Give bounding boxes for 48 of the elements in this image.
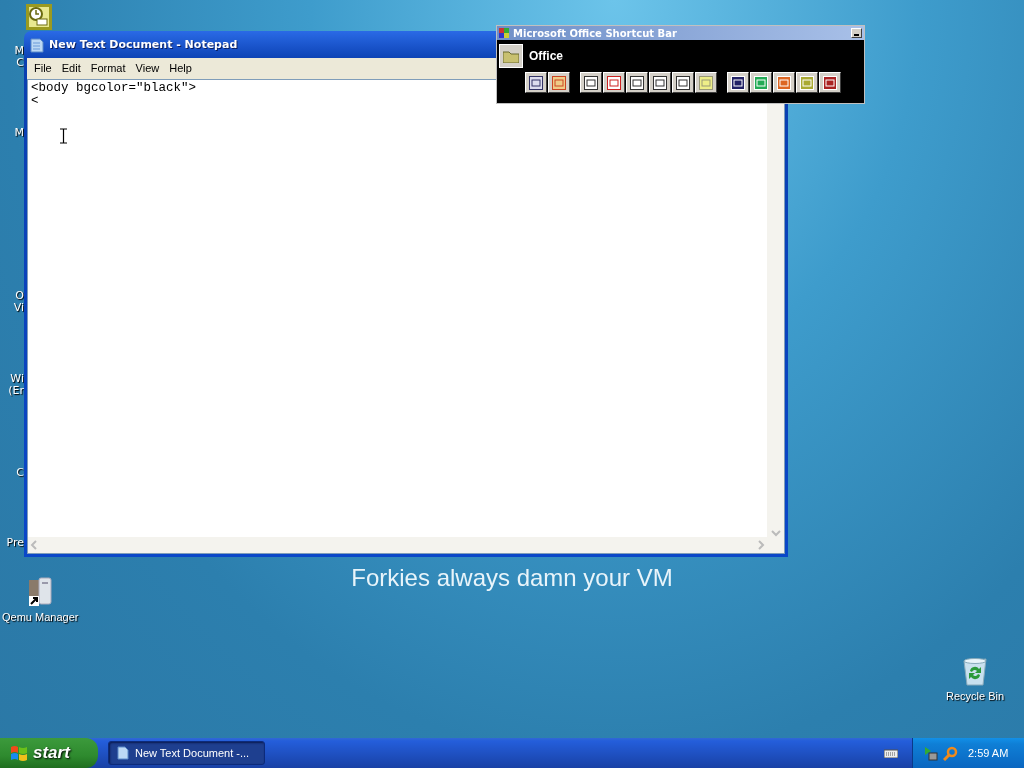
app-shortcut-button[interactable] <box>727 72 749 93</box>
window-title: New Text Document - Notepad <box>49 38 238 51</box>
icon-label: (Er <box>7 385 24 397</box>
folder-icon <box>503 49 519 63</box>
app-shortcut-button[interactable] <box>626 72 648 93</box>
icon-label: O <box>14 290 24 302</box>
vertical-scrollbar[interactable] <box>767 104 784 537</box>
text-editor[interactable]: <body bgcolor="black"> < <box>28 80 767 537</box>
menu-item[interactable]: View <box>130 59 165 76</box>
windows-logo-icon <box>10 744 28 762</box>
office-bar-icon <box>499 28 509 38</box>
notepad-icon <box>30 36 44 53</box>
clock: 2:59 AM <box>968 747 1009 759</box>
app-shortcut-button[interactable] <box>672 72 694 93</box>
menu-item[interactable]: File <box>29 59 57 76</box>
icon-label: Qemu Manager <box>2 611 79 623</box>
icon-label: C <box>15 467 24 479</box>
calendar-icon[interactable] <box>26 4 52 30</box>
app-shortcut-button[interactable] <box>750 72 772 93</box>
wallpaper-text: Forkies always damn your VM <box>350 564 674 592</box>
minimize-button[interactable] <box>851 28 862 38</box>
window-title: Microsoft Office Shortcut Bar <box>513 27 677 39</box>
app-shortcut-button[interactable] <box>819 72 841 93</box>
start-button[interactable]: start <box>0 738 98 768</box>
app-shortcut-button[interactable] <box>603 72 625 93</box>
keyboard-icon[interactable] <box>884 748 898 758</box>
app-shortcut-button[interactable] <box>695 72 717 93</box>
menu-item[interactable]: Format <box>85 59 131 76</box>
app-shortcut-button[interactable] <box>525 72 547 93</box>
icon-label: Vi <box>12 302 24 314</box>
app-shortcut-button[interactable] <box>796 72 818 93</box>
text-cursor-icon <box>60 128 67 144</box>
icon-label: Recycle Bin <box>946 690 1005 702</box>
taskbar-button[interactable]: New Text Document -... <box>108 741 265 765</box>
app-shortcut-button[interactable] <box>548 72 570 93</box>
icon-label: Pre <box>5 537 24 549</box>
icon-label: M <box>13 127 24 139</box>
network-icon[interactable] <box>923 745 939 761</box>
menu-item[interactable]: Help <box>164 59 197 76</box>
icon-label: M <box>13 45 24 57</box>
menu-item[interactable]: Edit <box>56 59 86 76</box>
icon-label: Wi <box>9 373 24 385</box>
app-shortcut-button[interactable] <box>580 72 602 93</box>
app-shortcut-button[interactable] <box>649 72 671 93</box>
notepad-icon <box>117 746 129 760</box>
toolbar-name: Office <box>529 49 563 63</box>
icon-label: C <box>15 57 24 69</box>
app-shortcut-button[interactable] <box>773 72 795 93</box>
